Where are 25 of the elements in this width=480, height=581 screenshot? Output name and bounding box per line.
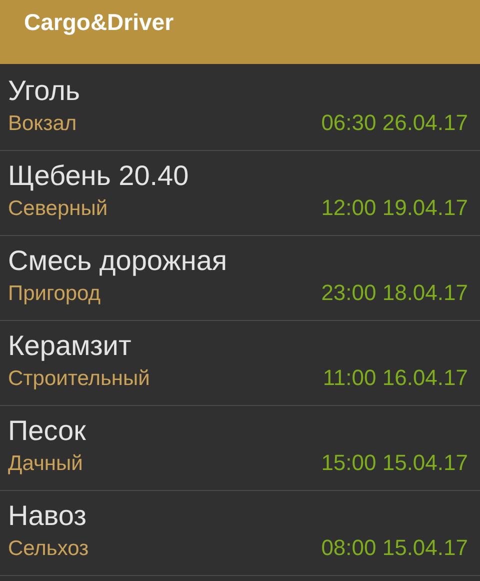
cargo-name: Щебень 20.40	[8, 159, 190, 193]
place-name: Вокзал	[8, 112, 77, 136]
order-item[interactable]: Уголь Вокзал 06:30 26.04.17	[0, 66, 480, 151]
place-name: Дачный	[8, 452, 83, 476]
cargo-name: Керамзит	[8, 329, 132, 363]
cargo-name: Смесь дорожная	[8, 244, 228, 278]
order-item[interactable]: Навоз Сельхоз 08:00 15.04.17	[0, 491, 480, 576]
order-datetime: 12:00 19.04.17	[321, 195, 468, 221]
order-datetime: 08:00 15.04.17	[321, 535, 468, 561]
order-item[interactable]: Керамзит Строительный 11:00 16.04.17	[0, 321, 480, 406]
order-datetime: 23:00 18.04.17	[321, 280, 468, 306]
place-name: Сельхоз	[8, 537, 89, 561]
order-datetime: 15:00 15.04.17	[321, 450, 468, 476]
order-datetime: 06:30 26.04.17	[321, 110, 468, 136]
place-name: Строительный	[8, 367, 150, 391]
place-name: Пригород	[8, 282, 101, 306]
app-title: Cargo&Driver	[24, 9, 174, 36]
place-name: Северный	[8, 197, 108, 221]
cargo-name: Уголь	[8, 74, 82, 108]
cargo-name: Навоз	[8, 499, 88, 533]
order-item[interactable]: Щебень 20.40 Северный 12:00 19.04.17	[0, 151, 480, 236]
order-datetime: 11:00 16.04.17	[322, 365, 468, 391]
order-item[interactable]: Песок Дачный 15:00 15.04.17	[0, 406, 480, 491]
cargo-name: Песок	[8, 414, 87, 448]
order-item[interactable]: Смесь дорожная Пригород 23:00 18.04.17	[0, 236, 480, 321]
